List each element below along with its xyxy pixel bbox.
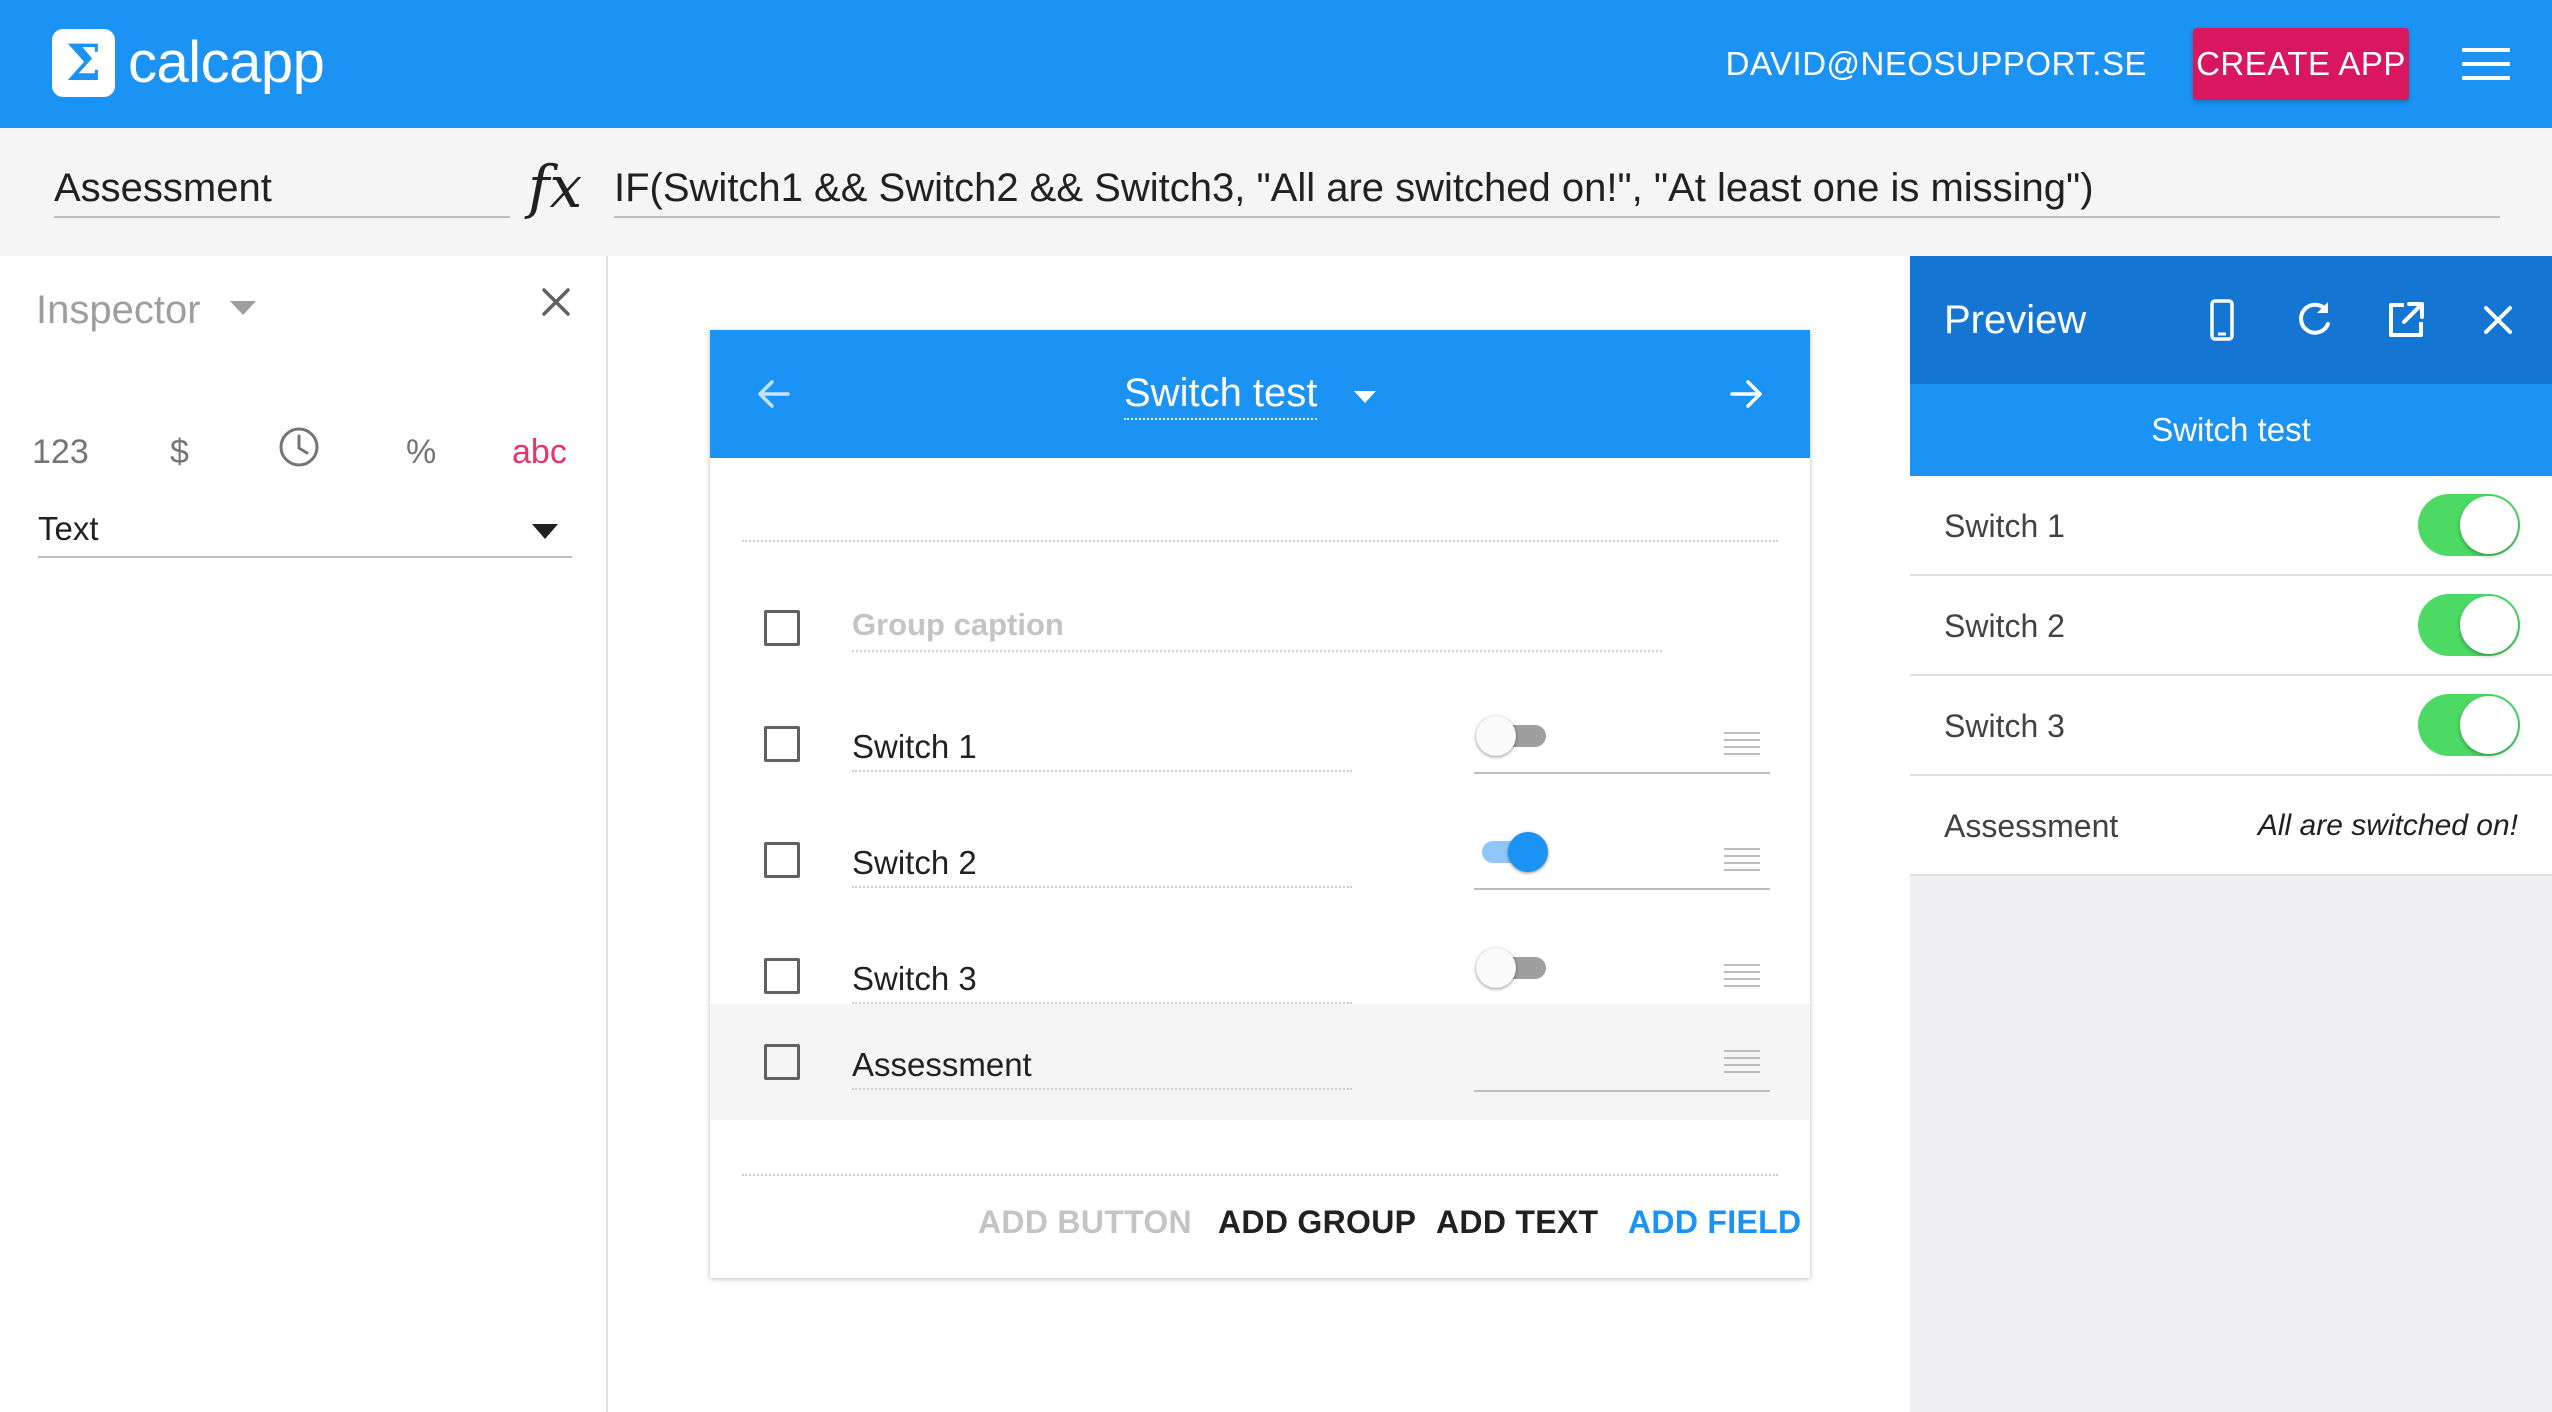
switch-toggle[interactable] xyxy=(1476,944,1546,988)
divider xyxy=(742,540,1778,542)
brand-name[interactable]: calcapp xyxy=(128,28,325,98)
fx-icon: fx xyxy=(528,153,583,221)
preview-panel: Preview Switch test Switch 1 Switch 2 Sw… xyxy=(1910,256,2552,1412)
formula-input[interactable]: IF(Switch1 && Switch2 && Switch3, "All a… xyxy=(614,158,2500,218)
field-row-switch-1[interactable]: Switch 1 xyxy=(710,686,1810,802)
field-row-switch-2[interactable]: Switch 2 xyxy=(710,802,1810,918)
field-label[interactable]: Switch 3 xyxy=(852,954,1352,1004)
chevron-down-icon xyxy=(532,524,558,539)
preview-result-value: All are switched on! xyxy=(2257,809,2518,842)
currency-type-option[interactable]: $ xyxy=(170,422,189,482)
close-icon[interactable] xyxy=(534,280,578,324)
screen-dropdown-icon[interactable] xyxy=(1354,391,1376,403)
user-email-link[interactable]: DAVID@NEOSUPPORT.SE xyxy=(1726,44,2147,84)
field-label[interactable]: Assessment xyxy=(852,1040,1352,1090)
open-external-icon[interactable] xyxy=(2382,296,2430,344)
field-label[interactable]: Switch 2 xyxy=(852,838,1352,888)
group-caption-underline xyxy=(852,650,1662,652)
field-checkbox[interactable] xyxy=(764,726,800,762)
drag-handle-icon[interactable] xyxy=(1724,732,1760,756)
close-icon[interactable] xyxy=(2474,296,2522,344)
arrow-left-icon[interactable] xyxy=(754,374,794,414)
preview-row-label: Assessment xyxy=(1944,808,2119,844)
preview-screen-title: Switch test xyxy=(1910,384,2552,476)
phone-icon[interactable] xyxy=(2198,296,2246,344)
add-group-button[interactable]: ADD GROUP xyxy=(1218,1198,1416,1246)
screen-header: Switch test xyxy=(710,330,1810,458)
drag-handle-icon[interactable] xyxy=(1724,1050,1760,1074)
preview-row-assessment: Assessment All are switched on! xyxy=(1910,776,2552,876)
preview-row-switch-2: Switch 2 xyxy=(1910,576,2552,676)
group-row: Group caption xyxy=(710,570,1810,686)
preview-row-switch-1: Switch 1 xyxy=(1910,476,2552,576)
create-app-button[interactable]: CREATE APP xyxy=(2193,28,2409,100)
card-actions: ADD BUTTON ADD GROUP ADD TEXT ADD FIELD xyxy=(710,1198,1810,1246)
group-caption-input[interactable]: Group caption xyxy=(852,600,1352,650)
text-type-option[interactable]: abc xyxy=(512,422,567,482)
arrow-right-icon[interactable] xyxy=(1726,374,1766,414)
switch-toggle[interactable] xyxy=(1476,828,1548,872)
preview-switch[interactable] xyxy=(2418,694,2520,756)
drag-handle-icon[interactable] xyxy=(1724,848,1760,872)
field-checbox[interactable] xyxy=(764,842,800,878)
preview-row-label: Switch 1 xyxy=(1944,508,2065,544)
field-checkbox[interactable] xyxy=(764,1044,800,1080)
app-bar: Σ calcapp DAVID@NEOSUPPORT.SE CREATE APP xyxy=(0,0,2552,128)
inspector-title[interactable]: Inspector xyxy=(36,282,201,338)
field-label[interactable]: Switch 1 xyxy=(852,722,1352,772)
inspector-panel: Inspector 123 $ % abc Text xyxy=(0,256,608,1412)
format-select-value: Text xyxy=(38,510,99,547)
preview-switch[interactable] xyxy=(2418,494,2520,556)
value-underline xyxy=(1474,772,1770,774)
drag-handle-icon[interactable] xyxy=(1724,964,1760,988)
preview-row-label: Switch 2 xyxy=(1944,608,2065,644)
refresh-icon[interactable] xyxy=(2290,296,2338,344)
clock-icon[interactable] xyxy=(278,426,320,468)
field-name-input[interactable]: Assessment xyxy=(54,158,510,218)
screen-title[interactable]: Switch test xyxy=(1124,368,1318,420)
value-underline xyxy=(1474,1090,1770,1092)
hamburger-menu-icon[interactable] xyxy=(2462,48,2510,80)
switch-toggle[interactable] xyxy=(1476,712,1546,756)
preview-row-switch-3: Switch 3 xyxy=(1910,676,2552,776)
preview-header: Preview xyxy=(1910,256,2552,384)
inspector-dropdown-icon[interactable] xyxy=(230,301,256,315)
value-underline xyxy=(1474,888,1770,890)
preview-switch[interactable] xyxy=(2418,594,2520,656)
add-text-button[interactable]: ADD TEXT xyxy=(1436,1198,1598,1246)
field-row-assessment[interactable]: Assessment xyxy=(710,1004,1810,1120)
divider xyxy=(742,1174,1778,1176)
preview-title: Preview xyxy=(1944,298,2087,342)
field-checkbox[interactable] xyxy=(764,958,800,994)
screen-card: Switch test Group caption Switch 1 Switc… xyxy=(710,330,1810,1278)
add-field-button[interactable]: ADD FIELD xyxy=(1628,1198,1801,1246)
preview-row-label: Switch 3 xyxy=(1944,708,2065,744)
formula-bar: Assessment fx IF(Switch1 && Switch2 && S… xyxy=(0,128,2552,256)
format-select[interactable]: Text xyxy=(38,500,572,558)
group-checkbox[interactable] xyxy=(764,610,800,646)
calcapp-logo-icon[interactable]: Σ xyxy=(52,29,115,97)
number-type-option[interactable]: 123 xyxy=(32,422,89,482)
percent-type-option[interactable]: % xyxy=(406,422,436,482)
add-button-button[interactable]: ADD BUTTON xyxy=(978,1198,1192,1246)
editor-canvas: Switch test Group caption Switch 1 Switc… xyxy=(608,256,1910,1412)
